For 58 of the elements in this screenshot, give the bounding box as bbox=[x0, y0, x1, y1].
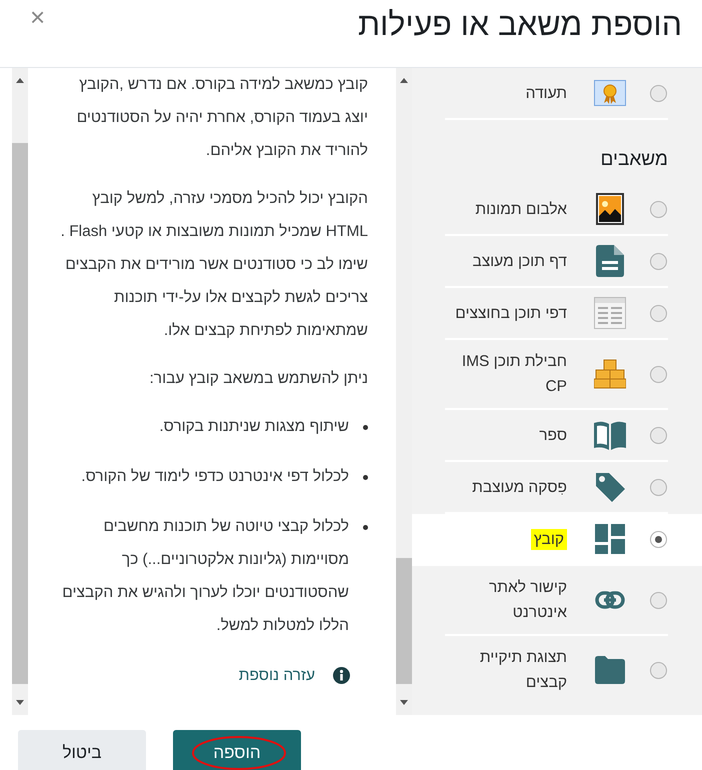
help-paragraph: ניתן להשתמש במשאב קובץ עבור: bbox=[148, 369, 368, 389]
option-row[interactable]: דפי תוכן בחוצצים bbox=[412, 288, 702, 340]
cancel-button[interactable]: ביטול bbox=[18, 730, 146, 770]
option-label: קובץ bbox=[530, 528, 567, 550]
option-row[interactable]: דף תוכן מעוצב bbox=[412, 236, 702, 288]
image-icon bbox=[596, 193, 624, 225]
bullet-icon bbox=[363, 525, 368, 530]
radio-button[interactable] bbox=[650, 366, 667, 382]
radio-button[interactable] bbox=[650, 478, 667, 496]
radio-button[interactable] bbox=[650, 304, 667, 322]
info-icon bbox=[333, 667, 350, 684]
scrollbar-thumb[interactable] bbox=[396, 558, 412, 684]
more-help-link[interactable]: עזרה נוספת bbox=[238, 659, 315, 692]
link-icon bbox=[595, 591, 625, 609]
award-ribbon-icon bbox=[594, 80, 626, 106]
section-heading: משאבים bbox=[600, 148, 669, 172]
help-bullet-text: לכלול דפי אינטרנט כדפי לימוד של הקורס. bbox=[81, 467, 349, 487]
radio-button[interactable] bbox=[650, 252, 667, 270]
radio-button[interactable] bbox=[650, 530, 667, 548]
radio-button[interactable] bbox=[650, 426, 667, 444]
scrollbar-thumb[interactable] bbox=[12, 143, 28, 684]
bullet-icon bbox=[363, 475, 368, 480]
option-row[interactable]: קובץ bbox=[412, 514, 702, 566]
tag-icon bbox=[594, 471, 626, 503]
help-paragraph: הקובץ יכול להכיל מסמכי עזרה, למשל קובץ HTML שמכיל תמונות משובצות או קטעי Flash . שימו לב כי סטודנטים אשר מורידים את הקבצים צריכים לגשת לקבצים אלו על-ידי תוכנות שמתאימות לפתיחת קבצים אלו. bbox=[60, 189, 368, 341]
option-label: קישור לאתר אינטרנט bbox=[488, 579, 567, 621]
option-label: דפי תוכן בחוצצים bbox=[455, 304, 567, 322]
option-row[interactable]: קישור לאתר אינטרנט bbox=[412, 566, 702, 636]
option-label: אלבום תמונות bbox=[475, 200, 567, 218]
radio-button[interactable] bbox=[650, 84, 667, 102]
option-label: תעודה bbox=[526, 84, 567, 102]
option-label: ספר bbox=[539, 426, 567, 444]
option-row[interactable]: תצוגת תיקיית קבצים bbox=[412, 636, 702, 704]
option-row[interactable]: ספר bbox=[412, 410, 702, 462]
help-bullet-text: לכלול קבצי טיוטה של תוכנות מחשבים מסויימות (גליונות אלקטרוניים...) כך שהסטודנטים יוכלו לערוך ולהגיש את הקבצים הללו למטלות למשל. bbox=[61, 517, 349, 636]
radio-button[interactable] bbox=[650, 200, 667, 218]
boxes-icon bbox=[594, 359, 626, 389]
option-label: תצוגת תיקיית קבצים bbox=[480, 649, 567, 691]
dialog-title: הוספת משאב או פעילות bbox=[358, 6, 682, 43]
tiles-icon bbox=[595, 524, 625, 554]
option-row[interactable]: חבילת תוכן IMS CP bbox=[412, 340, 702, 410]
option-row[interactable]: תעודה bbox=[412, 68, 702, 120]
scroll-down-icon[interactable] bbox=[16, 700, 24, 705]
add-button[interactable]: הוספה bbox=[173, 730, 301, 770]
folder-icon bbox=[595, 656, 625, 684]
option-label: חבילת תוכן IMS CP bbox=[462, 353, 567, 395]
option-label: פִסקה מעוצבת bbox=[472, 478, 567, 496]
help-bullet-text: שיתוף מצגות שניתנות בקורס. bbox=[159, 417, 349, 437]
table-page-icon bbox=[594, 297, 626, 329]
option-label: דף תוכן מעוצב bbox=[472, 252, 567, 270]
option-row[interactable]: אלבום תמונות bbox=[412, 184, 702, 236]
document-icon bbox=[596, 245, 624, 277]
help-paragraph: קובץ כמשאב למידה בקורס. אם נדרש ,הקובץ יוצג בעמוד הקורס, אחרת יהיה על הסטודנטים להוריד את הקובץ אליהם. bbox=[76, 75, 368, 161]
bullet-icon bbox=[363, 425, 368, 430]
scroll-up-icon[interactable] bbox=[16, 78, 24, 83]
radio-button[interactable] bbox=[650, 662, 667, 678]
open-book-icon bbox=[594, 420, 626, 450]
radio-button[interactable] bbox=[650, 592, 667, 608]
